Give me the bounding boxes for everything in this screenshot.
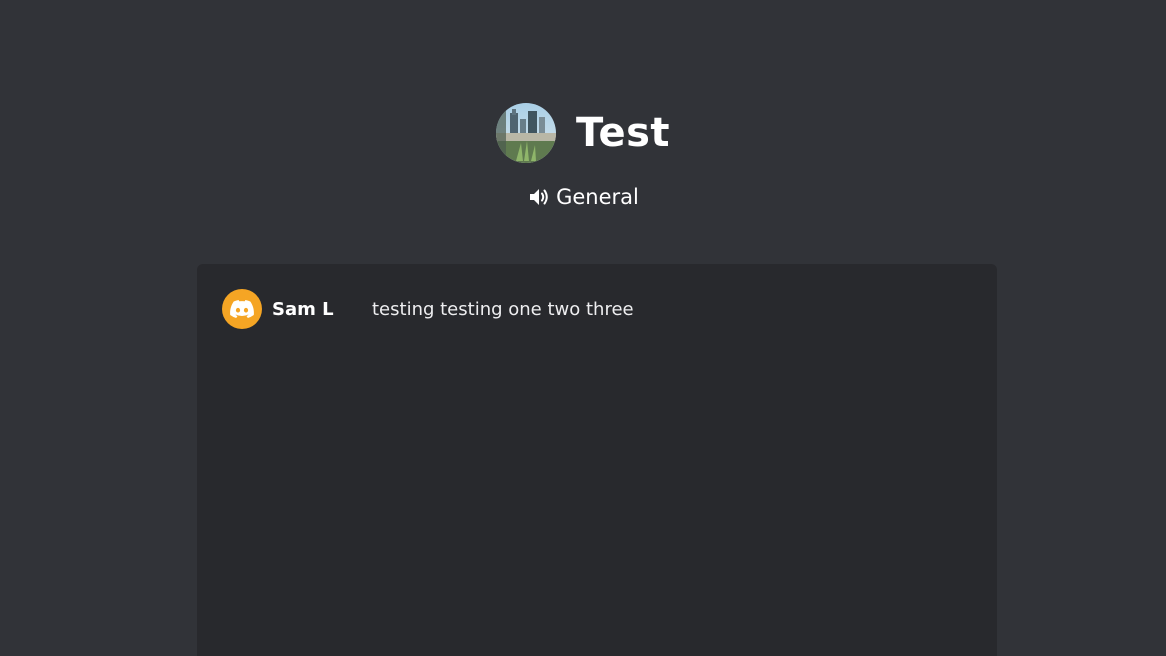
message-panel: Sam L testing testing one two three <box>197 264 997 656</box>
message-username: Sam L <box>272 298 334 320</box>
server-name: Test <box>575 110 671 156</box>
discord-logo-icon <box>230 300 254 318</box>
channel-title: General <box>0 182 1166 212</box>
channel-name: General <box>556 185 639 209</box>
server-header: Test <box>0 103 1166 163</box>
speaker-icon <box>527 185 551 209</box>
user-avatar[interactable] <box>222 289 262 329</box>
server-photo-avatar <box>495 103 556 163</box>
server-avatar <box>495 103 556 163</box>
message-text: testing testing one two three <box>372 298 634 320</box>
page: Test General Sam L testing testing one t… <box>0 0 1166 656</box>
message-item: Sam L testing testing one two three <box>222 289 634 329</box>
server-title-row: Test <box>495 103 671 163</box>
